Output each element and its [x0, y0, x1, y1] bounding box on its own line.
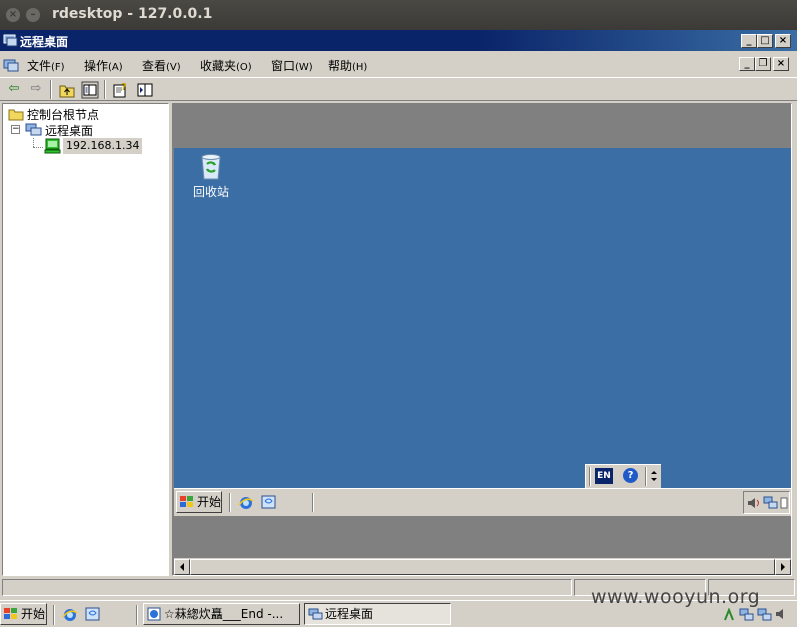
volume-icon[interactable] [775, 607, 789, 622]
language-bar: EN ? [585, 464, 661, 488]
windows-logo-icon [4, 608, 17, 619]
host-window-title: rdesktop - 127.0.0.1 [52, 6, 213, 22]
host-close-button[interactable]: × [6, 8, 20, 22]
back-button[interactable]: ⇦ [4, 80, 24, 99]
tree-expander[interactable]: − [11, 125, 20, 134]
action-pane-icon[interactable] [136, 81, 154, 99]
language-bar-separator [645, 467, 647, 486]
tree-node-connection[interactable]: 192.168.1.34 [63, 138, 143, 154]
show-desktop-icon[interactable] [85, 606, 101, 622]
mmc-title-bar: 远程桌面 _ □ × [0, 30, 797, 51]
tray-app-icon[interactable] [723, 608, 737, 622]
computer-icon [44, 138, 61, 154]
remote-system-tray [743, 491, 790, 514]
network-icon[interactable] [763, 495, 778, 510]
scroll-thumb[interactable] [190, 559, 775, 575]
svg-text:?: ? [121, 82, 127, 93]
remote-desktops-icon [25, 123, 42, 136]
scroll-right-button[interactable] [775, 559, 791, 575]
ie-icon[interactable] [62, 607, 78, 623]
show-desktop-icon[interactable] [261, 494, 277, 510]
quicklaunch-separator [53, 605, 55, 625]
network-icon[interactable] [739, 607, 754, 622]
language-bar-options-icon[interactable] [650, 469, 658, 483]
remote-start-label: 开始 [197, 495, 222, 509]
language-indicator[interactable]: EN [595, 468, 613, 484]
tree-node-remote-desktops[interactable]: 远程桌面 [45, 122, 93, 139]
task-button-label: ☆菻緫炊矗___End -... [164, 607, 284, 621]
host-minimize-button[interactable]: – [26, 8, 40, 22]
toolbar: ⇦ ⇨ ? [0, 77, 797, 101]
menu-help[interactable]: 帮助(H) [328, 57, 367, 74]
taskbar-separator [136, 605, 138, 625]
tree-node-console-root[interactable]: 控制台根节点 [27, 106, 99, 123]
network-icon[interactable] [757, 607, 772, 622]
tree-line [33, 147, 43, 148]
status-pane-main [2, 579, 572, 596]
volume-icon[interactable] [747, 496, 761, 510]
mmc-window-title: 远程桌面 [20, 35, 69, 49]
tree-line [33, 138, 34, 147]
remote-start-button[interactable]: 开始 [176, 491, 222, 513]
task-button-browser[interactable]: ☆菻緫炊矗___End -... [143, 603, 300, 625]
properties-help-icon[interactable]: ? [112, 81, 130, 99]
up-one-level-icon[interactable] [58, 81, 76, 99]
windows-logo-icon [180, 496, 193, 507]
mmc-app-icon [308, 608, 323, 620]
mmc-close-button[interactable]: × [775, 34, 791, 48]
toolbar-separator [104, 80, 106, 99]
menu-bar: 文件(F) 操作(A) 查看(V) 收藏夹(O) 窗口(W) 帮助(H) _ ❐… [0, 53, 797, 76]
remote-desktop[interactable]: 回收站 EN ? [174, 148, 791, 488]
host-title-bar: × – rdesktop - 127.0.0.1 [0, 0, 797, 30]
host-start-label: 开始 [21, 607, 46, 621]
mdi-close-button[interactable]: × [773, 57, 789, 71]
help-icon[interactable]: ? [623, 468, 638, 483]
folder-icon [8, 109, 24, 121]
recycle-bin-icon[interactable] [196, 151, 226, 181]
task-button-label: 远程桌面 [325, 607, 374, 621]
menu-favorites[interactable]: 收藏夹(O) [200, 57, 252, 74]
toolbar-separator [50, 80, 52, 99]
menu-file[interactable]: 文件(F) [27, 57, 65, 74]
mmc-doc-icon[interactable] [3, 57, 19, 73]
scroll-left-button[interactable] [174, 559, 190, 575]
mdi-restore-button[interactable]: ❐ [755, 57, 771, 71]
menu-view[interactable]: 查看(V) [142, 57, 181, 74]
mmc-minimize-button[interactable]: _ [741, 34, 757, 48]
recycle-bin-label: 回收站 [193, 185, 230, 199]
ie-icon[interactable] [238, 495, 254, 511]
menu-window[interactable]: 窗口(W) [271, 57, 313, 74]
mmc-maximize-button[interactable]: □ [757, 34, 773, 48]
taskbar-separator [312, 493, 314, 512]
mdi-minimize-button[interactable]: _ [739, 57, 755, 71]
show-hide-tree-icon[interactable] [81, 81, 99, 99]
ie-icon [147, 607, 161, 621]
tray-overflow-icon[interactable] [779, 497, 789, 509]
quicklaunch-separator [229, 493, 231, 512]
watermark: www.wooyun.org [591, 586, 761, 608]
mmc-app-icon [3, 34, 18, 47]
horizontal-scrollbar[interactable] [174, 558, 791, 575]
language-bar-grip[interactable] [589, 467, 591, 486]
remote-taskbar: 开始 [174, 488, 791, 516]
task-button-remote-desktop[interactable]: 远程桌面 [304, 603, 451, 625]
console-tree[interactable]: 控制台根节点 − 远程桌面 192.168.1.34 [2, 103, 169, 576]
forward-button[interactable]: ⇨ [26, 80, 46, 99]
menu-action[interactable]: 操作(A) [84, 57, 123, 74]
host-start-button[interactable]: 开始 [0, 603, 47, 625]
